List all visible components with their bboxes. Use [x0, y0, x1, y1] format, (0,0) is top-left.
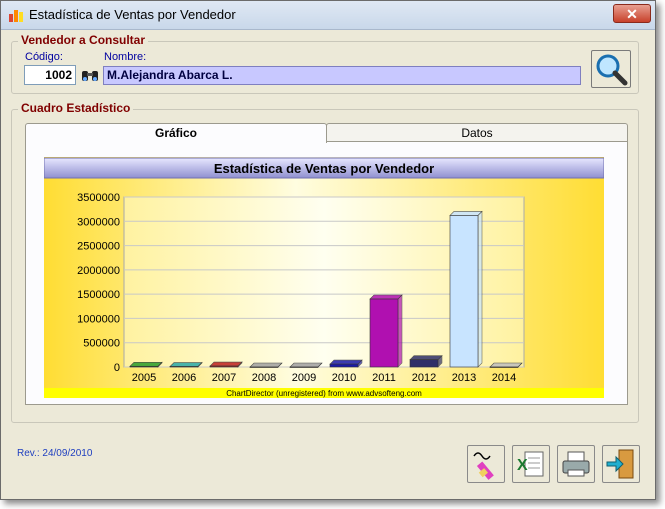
y-tick-label: 500000	[83, 338, 120, 350]
print-button[interactable]	[557, 445, 595, 483]
x-tick-label: 2011	[372, 372, 396, 384]
excel-button[interactable]: X	[512, 445, 550, 483]
bar	[209, 365, 239, 368]
x-tick-label: 2013	[452, 372, 476, 384]
bar-top	[449, 211, 483, 216]
nombre-label: Nombre:	[104, 51, 147, 63]
tab-datos[interactable]: Datos	[326, 123, 628, 143]
cuadro-group-label: Cuadro Estadístico	[18, 101, 134, 115]
bar-top	[209, 361, 243, 367]
vendedor-group-label: Vendedor a Consultar	[18, 33, 149, 47]
binoculars-icon[interactable]	[81, 67, 99, 83]
bar-top	[329, 359, 363, 365]
x-tick-label: 2005	[132, 372, 156, 384]
exit-door-icon	[606, 449, 634, 479]
bar-top	[369, 294, 403, 300]
excel-icon: X	[517, 451, 544, 477]
tab-grafico[interactable]: Gráfico	[25, 123, 327, 143]
x-tick-label: 2014	[492, 372, 516, 384]
bar	[489, 366, 519, 368]
y-tick-label: 1500000	[77, 289, 120, 301]
x-tick-label: 2010	[332, 372, 356, 384]
exit-button[interactable]	[602, 445, 640, 483]
bar	[329, 363, 359, 368]
chart-title: Estadística de Ventas por Vendedor	[214, 161, 434, 176]
close-button[interactable]: ✕	[613, 4, 651, 23]
y-tick-label: 1000000	[77, 313, 120, 325]
printer-icon	[562, 451, 590, 477]
y-tick-label: 0	[114, 362, 120, 374]
svg-text:X: X	[517, 457, 528, 474]
bar	[169, 366, 199, 368]
main-window: Estadística de Ventas por Vendedor ✕ Ven…	[0, 0, 656, 500]
bar	[369, 298, 399, 368]
bar	[409, 359, 439, 368]
x-tick-label: 2007	[212, 372, 236, 384]
pencil-report-icon	[473, 452, 494, 480]
x-tick-label: 2009	[292, 372, 316, 384]
bar-side	[477, 210, 483, 368]
codigo-field[interactable]: 1002	[24, 65, 76, 85]
x-tick-label: 2006	[172, 372, 196, 384]
bar	[249, 366, 279, 368]
bar-top	[489, 362, 523, 368]
search-button[interactable]	[591, 50, 631, 88]
bar-top	[289, 362, 323, 368]
report-button[interactable]	[467, 445, 505, 483]
x-tick-label: 2012	[412, 372, 436, 384]
bar-top	[409, 355, 443, 361]
window-title: Estadística de Ventas por Vendedor	[29, 7, 236, 22]
sales-chart: Estadística de Ventas por Vendedor 0 5000…	[44, 157, 604, 398]
bar-top	[169, 362, 203, 367]
revision-label: Rev.: 24/09/2010	[17, 448, 93, 459]
magnifier-icon	[596, 54, 628, 86]
chart-footnote: ChartDirector (unregistered) from www.ad…	[226, 389, 422, 398]
bar	[449, 215, 479, 368]
bar	[289, 366, 319, 368]
y-tick-label: 2000000	[77, 265, 120, 277]
nombre-field[interactable]: M.Alejandra Abarca L.	[103, 66, 581, 85]
bar-top	[129, 361, 163, 367]
x-tick-label: 2008	[252, 372, 276, 384]
bar-top	[249, 362, 283, 368]
y-tick-label: 2500000	[77, 241, 120, 253]
codigo-label: Código:	[25, 51, 63, 63]
app-icon	[9, 10, 23, 22]
bar-side	[397, 294, 403, 368]
title-bar[interactable]: Estadística de Ventas por Vendedor ✕	[1, 1, 655, 30]
y-tick-label: 3500000	[77, 192, 120, 204]
y-tick-label: 3000000	[77, 216, 120, 228]
bar	[129, 365, 159, 368]
